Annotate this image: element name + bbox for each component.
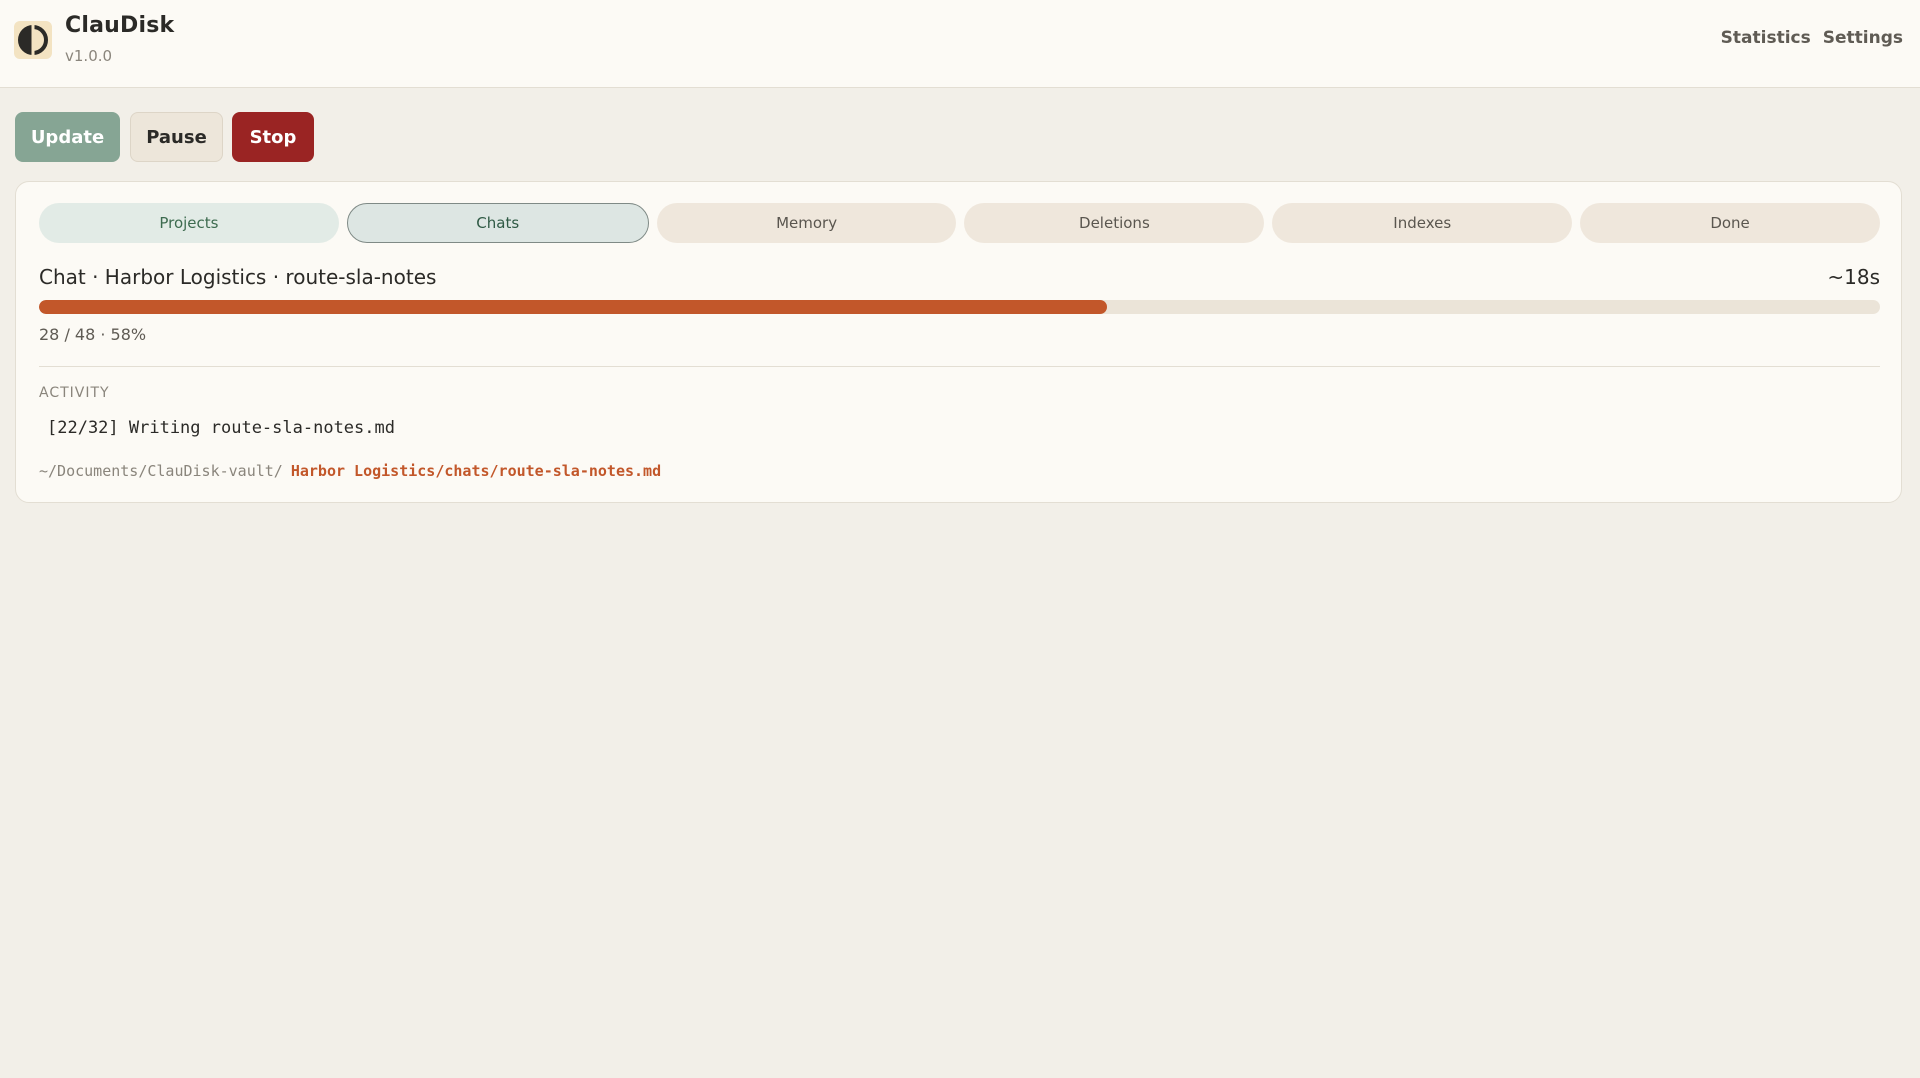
update-button[interactable]: Update [15, 112, 120, 162]
app-title: ClauDisk [65, 13, 175, 38]
path-base: ~/Documents/ClauDisk-vault/ [39, 462, 283, 480]
tab-projects[interactable]: Projects [39, 203, 339, 243]
tab-deletions[interactable]: Deletions [964, 203, 1265, 243]
app-header: ClauDisk v1.0.0 Statistics Settings [0, 0, 1920, 88]
eta-label: ~18s [1827, 265, 1880, 289]
progress-bar-fill [39, 300, 1107, 314]
sync-progress-card: Projects Chats Memory Deletions Indexes … [15, 181, 1902, 503]
path-file-link[interactable]: Harbor Logistics/chats/route-sla-notes.m… [291, 462, 661, 480]
output-path: ~/Documents/ClauDisk-vault/Harbor Logist… [39, 462, 661, 480]
divider [39, 366, 1880, 367]
top-nav: Statistics Settings [1721, 28, 1903, 48]
progress-bar [39, 300, 1880, 314]
settings-link[interactable]: Settings [1823, 28, 1903, 48]
pause-button[interactable]: Pause [130, 112, 223, 162]
tab-memory[interactable]: Memory [656, 203, 957, 243]
stop-button[interactable]: Stop [232, 112, 314, 162]
stage-tabs: Projects Chats Memory Deletions Indexes … [39, 203, 1880, 243]
progress-stats: 28 / 48 · 58% [39, 325, 147, 344]
current-item-label: Chat · Harbor Logistics · route-sla-note… [39, 265, 437, 289]
tab-done[interactable]: Done [1580, 203, 1880, 243]
tab-indexes[interactable]: Indexes [1272, 203, 1573, 243]
tab-chats[interactable]: Chats [346, 203, 649, 243]
activity-log-line: [22/32] Writing route-sla-notes.md [47, 418, 395, 438]
split-circle-logo-icon [14, 21, 52, 59]
activity-heading: ACTIVITY [39, 385, 110, 401]
app-version: v1.0.0 [65, 47, 113, 65]
statistics-link[interactable]: Statistics [1721, 28, 1811, 48]
